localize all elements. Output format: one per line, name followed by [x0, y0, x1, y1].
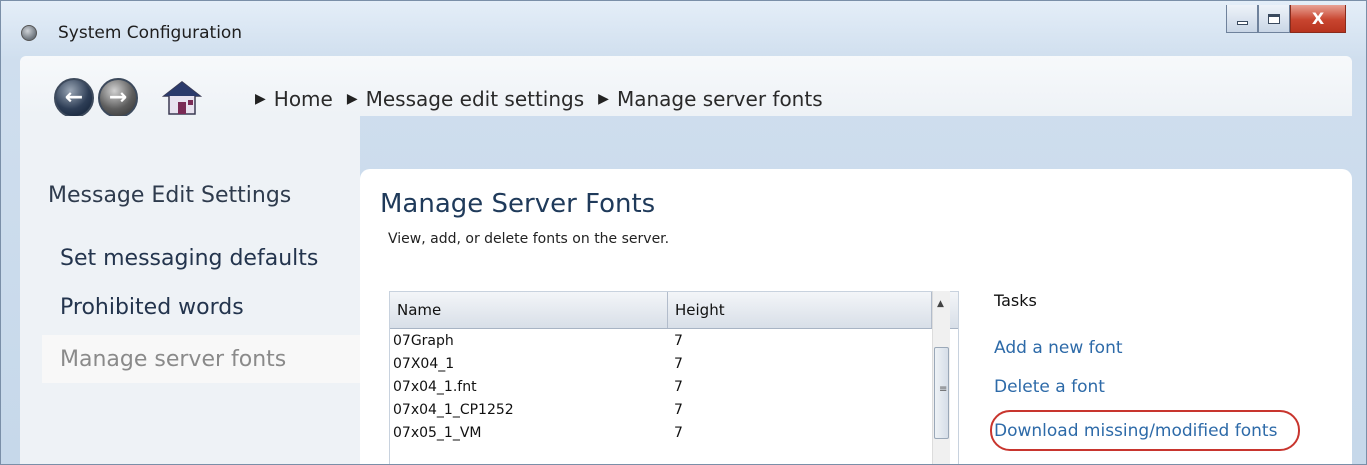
minimize-button[interactable] — [1226, 5, 1258, 33]
tasks-heading: Tasks — [994, 291, 1037, 310]
breadcrumb-arrow-icon: ▶ — [346, 91, 358, 107]
system-config-icon — [21, 25, 37, 41]
page-title: Manage Server Fonts — [380, 189, 656, 219]
add-font-link[interactable]: Add a new font — [994, 338, 1123, 358]
sidebar-heading: Message Edit Settings — [48, 183, 292, 208]
cell-height: 7 — [674, 332, 683, 349]
table-row[interactable]: 07x04_1.fnt 7 — [390, 375, 958, 398]
table-scrollbar[interactable]: ▲ ≡ — [932, 291, 950, 464]
cell-height: 7 — [674, 401, 683, 418]
home-icon[interactable] — [162, 80, 202, 116]
close-button[interactable]: X — [1290, 5, 1346, 33]
sidebar: Message Edit Settings Set messaging defa… — [20, 116, 368, 464]
window-title: System Configuration — [58, 23, 243, 43]
cell-name: 07Graph — [393, 332, 454, 349]
cell-height: 7 — [674, 378, 683, 395]
table-row[interactable]: 07Graph 7 — [390, 329, 958, 352]
close-icon: X — [1311, 9, 1325, 28]
sidebar-item-set-messaging-defaults[interactable]: Set messaging defaults — [42, 234, 368, 282]
table-header: Name Height — [390, 292, 958, 329]
delete-font-link[interactable]: Delete a font — [994, 377, 1105, 397]
cell-height: 7 — [674, 424, 683, 441]
sidebar-item-prohibited-words[interactable]: Prohibited words — [42, 283, 368, 331]
minimize-icon — [1236, 20, 1248, 25]
table-row[interactable]: 07x04_1_CP1252 7 — [390, 398, 958, 421]
breadcrumb: ▶ Home ▶ Message edit settings ▶ Manage ser… — [255, 87, 837, 111]
system-configuration-window: System Configuration X ← → ▶ Home ▶ Messag… — [0, 0, 1367, 465]
back-arrow-icon: ← — [64, 85, 84, 110]
table-row[interactable]: 07X04_1 7 — [390, 352, 958, 375]
cell-name: 07x05_1_VM — [393, 424, 482, 441]
breadcrumb-arrow-icon: ▶ — [598, 91, 609, 107]
window-controls: X — [1226, 5, 1346, 33]
navigation-bar: ← → ▶ Home ▶ Message edit settings ▶ Manage… — [20, 56, 1352, 118]
scrollbar-thumb[interactable]: ≡ — [934, 347, 949, 439]
column-header-name[interactable]: Name — [390, 292, 668, 328]
scroll-up-arrow-icon[interactable]: ▲ — [937, 299, 944, 309]
cell-height: 7 — [674, 355, 683, 372]
maximize-button[interactable] — [1258, 5, 1290, 33]
title-bar: System Configuration X — [1, 1, 1366, 43]
main-content: Manage Server Fonts View, add, or delete… — [360, 169, 1352, 464]
page-subtitle: View, add, or delete fonts on the server… — [388, 231, 670, 247]
grip-icon: ≡ — [939, 384, 948, 395]
table-row[interactable]: 07x05_1_VM 7 — [390, 421, 958, 444]
column-header-height[interactable]: Height — [668, 292, 932, 328]
cell-name: 07x04_1.fnt — [393, 378, 477, 395]
cell-name: 07x04_1_CP1252 — [393, 401, 514, 418]
download-missing-fonts-link[interactable]: Download missing/modified fonts — [994, 421, 1277, 441]
breadcrumb-item-home[interactable]: ▶ Home — [255, 87, 333, 111]
cell-name: 07X04_1 — [393, 355, 455, 372]
sidebar-item-manage-server-fonts[interactable]: Manage server fonts — [42, 335, 368, 383]
breadcrumb-item-manage-server-fonts[interactable]: ▶ Manage server fonts — [598, 87, 822, 111]
fonts-table: Name Height 07Graph 7 07X04_1 7 07x04_1.… — [389, 291, 959, 464]
back-button[interactable]: ← — [54, 78, 94, 118]
maximize-icon — [1268, 13, 1280, 24]
forward-button[interactable]: → — [98, 78, 138, 118]
breadcrumb-arrow-icon: ▶ — [255, 91, 266, 107]
breadcrumb-item-message-edit-settings[interactable]: ▶ Message edit settings — [347, 87, 584, 111]
forward-arrow-icon: → — [108, 85, 128, 110]
